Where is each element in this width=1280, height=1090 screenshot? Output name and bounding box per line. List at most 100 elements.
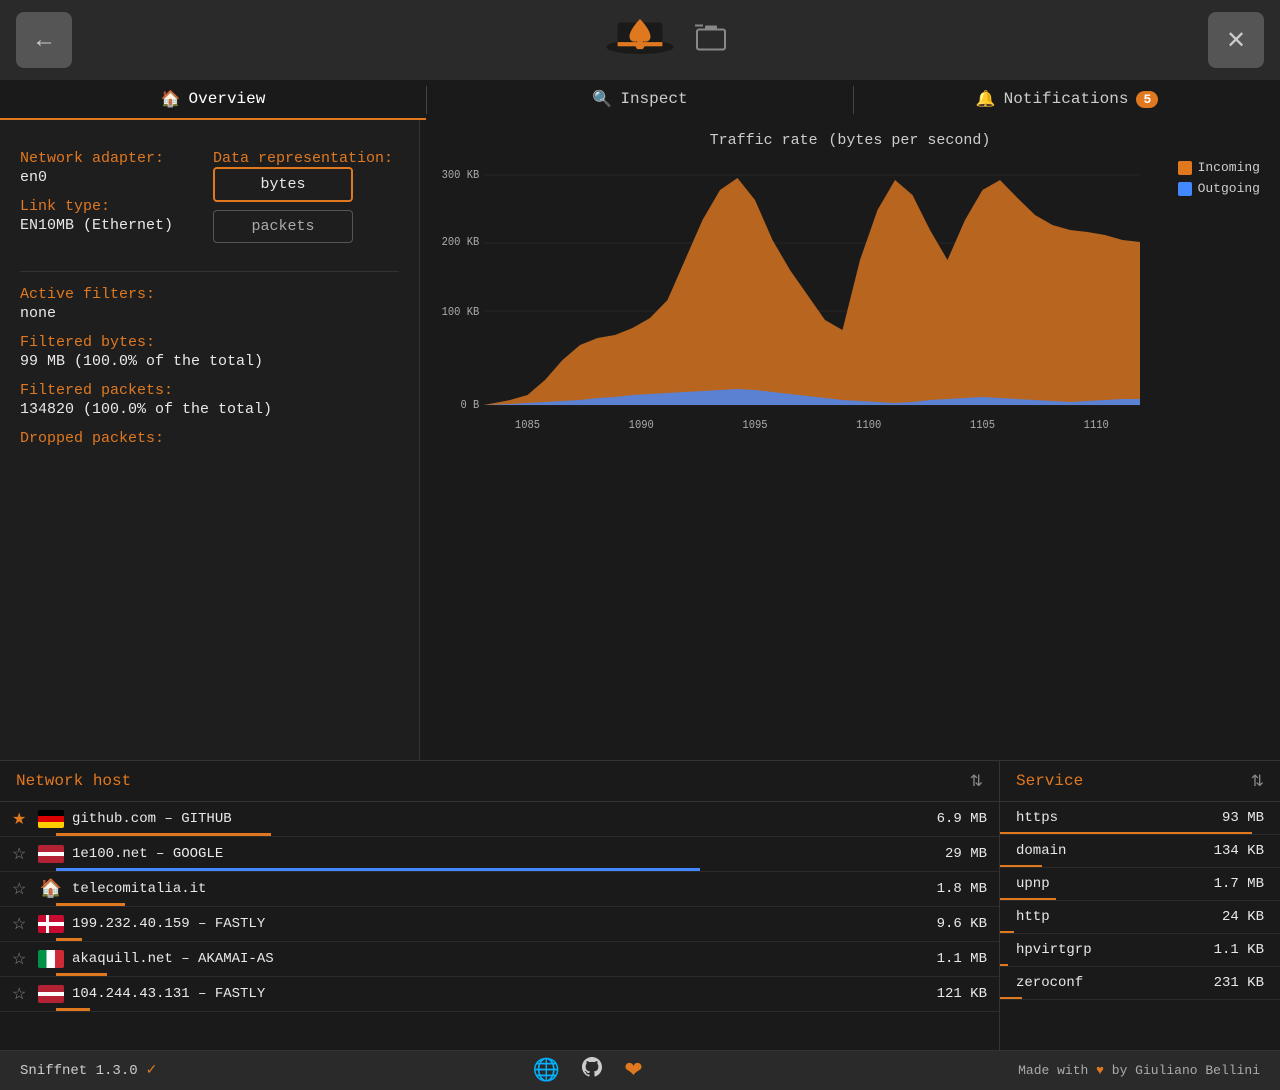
star-icon-3[interactable]: ☆	[12, 879, 30, 899]
filtered-packets-value: 134820 (100.0% of the total)	[20, 401, 399, 418]
capture-icon	[695, 24, 727, 57]
service-name-5: hpvirtgrp	[1016, 942, 1092, 958]
footer-right: Made with ♥ by Giuliano Bellini	[1018, 1063, 1260, 1078]
host-size-6: 121 KB	[917, 986, 987, 1002]
filtered-bytes-label: Filtered bytes:	[20, 334, 399, 351]
service-bar-container-5	[1000, 964, 1280, 966]
host-name-6: 104.244.43.131 – FASTLY	[72, 986, 909, 1002]
tab-bar: 🏠 Overview 🔍 Inspect 🔔 Notifications 5	[0, 80, 1280, 120]
service-name-6: zeroconf	[1016, 975, 1083, 991]
footer: Sniffnet 1.3.0 ✓ 🌐 ❤ Made with ♥ by Giul…	[0, 1050, 1280, 1090]
star-icon-6[interactable]: ☆	[12, 984, 30, 1004]
legend-outgoing: Outgoing	[1178, 181, 1260, 196]
tab-inspect[interactable]: 🔍 Inspect	[427, 80, 853, 120]
link-type-value: EN10MB (Ethernet)	[20, 217, 173, 234]
filtered-packets-label: Filtered packets:	[20, 382, 399, 399]
bytes-button[interactable]: bytes	[213, 167, 353, 202]
host-name-4: 199.232.40.159 – FASTLY	[72, 916, 909, 932]
service-bar-1	[1000, 832, 1252, 834]
service-size-1: 93 MB	[1222, 810, 1264, 826]
service-row: zeroconf 231 KB	[1000, 967, 1280, 1000]
svg-text:1100: 1100	[856, 419, 881, 432]
host-row: ☆ 1e100.net – GOOGLE 29 MB	[0, 837, 999, 872]
host-bar-container-6	[56, 1008, 914, 1011]
left-panel: Network adapter: en0 Link type: EN10MB (…	[0, 120, 420, 760]
divider-1	[20, 271, 399, 272]
service-size-5: 1.1 KB	[1214, 942, 1264, 958]
service-size-3: 1.7 MB	[1214, 876, 1264, 892]
host-size-3: 1.8 MB	[917, 881, 987, 897]
chart-legend: Incoming Outgoing	[1178, 160, 1260, 196]
host-row: ☆ 🏠 telecomitalia.it 1.8 MB	[0, 872, 999, 907]
host-size-4: 9.6 KB	[917, 916, 987, 932]
globe-icon[interactable]: 🌐	[533, 1058, 560, 1084]
network-host-header: Network host ⇅	[0, 761, 999, 802]
host-name-3: telecomitalia.it	[72, 881, 909, 897]
service-row: domain 134 KB	[1000, 835, 1280, 868]
packets-button[interactable]: packets	[213, 210, 353, 243]
network-info: Network adapter: en0 Link type: EN10MB (…	[20, 138, 399, 251]
service-bar-container-3	[1000, 898, 1280, 900]
notifications-icon: 🔔	[976, 89, 996, 109]
outgoing-color	[1178, 182, 1192, 196]
footer-heart: ♥	[1096, 1063, 1104, 1078]
network-adapter-section: Network adapter: en0 Link type: EN10MB (…	[20, 138, 173, 251]
service-row: https 93 MB	[1000, 802, 1280, 835]
host-bar-4	[56, 938, 82, 941]
star-icon-5[interactable]: ☆	[12, 949, 30, 969]
inspect-icon: 🔍	[592, 89, 612, 109]
service-size-2: 134 KB	[1214, 843, 1264, 859]
host-bar-container-3	[56, 903, 914, 906]
service-bar-5	[1000, 964, 1008, 966]
data-representation-label: Data representation:	[213, 150, 393, 167]
svg-text:300 KB: 300 KB	[442, 169, 480, 182]
flag-us-6	[38, 985, 64, 1003]
host-name-5: akaquill.net – AKAMAI-AS	[72, 951, 909, 967]
service-row: upnp 1.7 MB	[1000, 868, 1280, 901]
github-icon[interactable]	[580, 1055, 604, 1086]
service-bar-container-6	[1000, 997, 1280, 999]
svg-text:200 KB: 200 KB	[442, 236, 480, 249]
chart-area: Incoming Outgoing 300 KB 200 KB 100 KB 0…	[440, 160, 1260, 440]
service-name-3: upnp	[1016, 876, 1050, 892]
tab-notifications[interactable]: 🔔 Notifications 5	[854, 80, 1280, 120]
active-filters-value: none	[20, 305, 399, 322]
service-bar-2	[1000, 865, 1042, 867]
network-host-title: Network host	[16, 772, 131, 790]
svg-text:1110: 1110	[1084, 419, 1109, 432]
service-bar-6	[1000, 997, 1022, 999]
host-bar-5	[56, 973, 107, 976]
service-bar-container-1	[1000, 832, 1280, 834]
service-name-4: http	[1016, 909, 1050, 925]
tab-overview[interactable]: 🏠 Overview	[0, 80, 426, 120]
check-icon: ✓	[146, 1062, 158, 1079]
back-button[interactable]: ←	[16, 12, 72, 68]
host-name-1: github.com – GITHUB	[72, 811, 909, 827]
host-row: ☆ 104.244.43.131 – FASTLY 121 KB	[0, 977, 999, 1012]
network-host-sort-icon[interactable]: ⇅	[970, 771, 983, 791]
legend-incoming: Incoming	[1178, 160, 1260, 175]
service-row: hpvirtgrp 1.1 KB	[1000, 934, 1280, 967]
service-size-6: 231 KB	[1214, 975, 1264, 991]
legend-outgoing-label: Outgoing	[1198, 181, 1260, 196]
svg-text:100 KB: 100 KB	[442, 306, 480, 319]
settings-icon: ✕	[1226, 26, 1246, 55]
heart-icon[interactable]: ❤	[624, 1058, 642, 1084]
star-icon-4[interactable]: ☆	[12, 914, 30, 934]
service-name-1: https	[1016, 810, 1058, 826]
flag-de-1	[38, 810, 64, 828]
svg-text:0 B: 0 B	[460, 399, 479, 412]
main-content: Network adapter: en0 Link type: EN10MB (…	[0, 120, 1280, 760]
data-representation-section: Data representation: bytes packets	[213, 138, 393, 251]
host-bar-1	[56, 833, 271, 836]
chart-title-text: Traffic rate	[710, 132, 818, 149]
chart-panel: Traffic rate (bytes per second) Incoming…	[420, 120, 1280, 760]
settings-button[interactable]: ✕	[1208, 12, 1264, 68]
star-icon-1[interactable]: ★	[12, 809, 30, 829]
tab-inspect-label: Inspect	[620, 90, 687, 108]
house-icon-3: 🏠	[38, 880, 64, 898]
app-name: Sniffnet 1.3.0	[20, 1063, 138, 1079]
legend-incoming-label: Incoming	[1198, 160, 1260, 175]
star-icon-2[interactable]: ☆	[12, 844, 30, 864]
service-sort-icon[interactable]: ⇅	[1251, 771, 1264, 791]
